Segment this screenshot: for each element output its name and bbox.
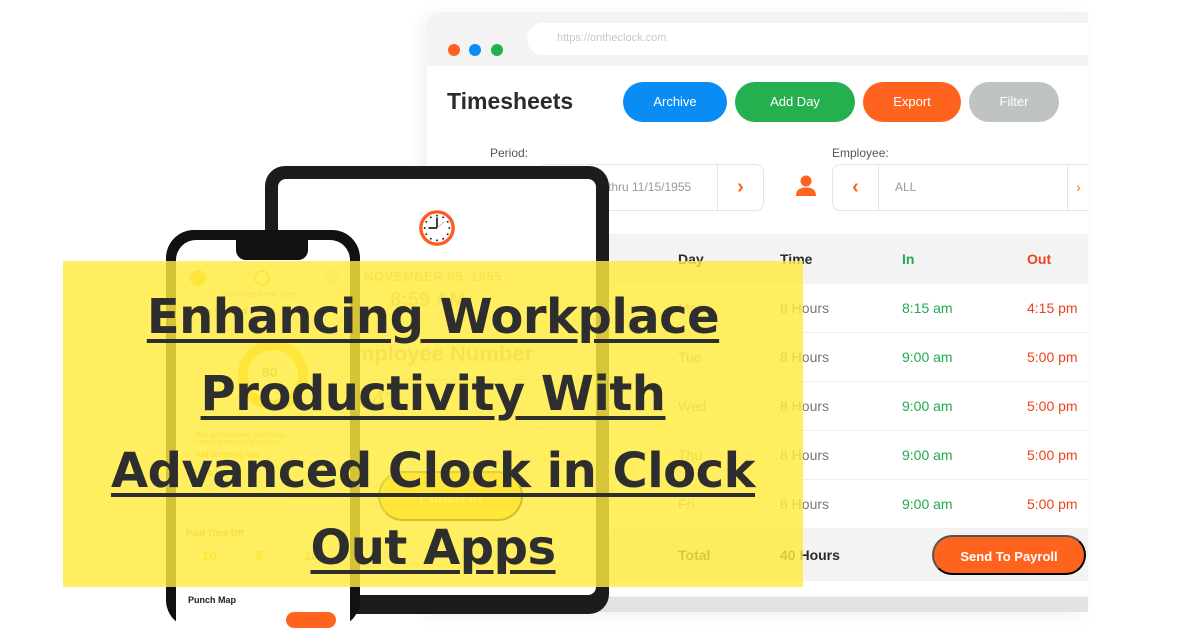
- employee-selector[interactable]: ‹ ALL ›: [832, 164, 1088, 211]
- export-button[interactable]: Export: [863, 82, 961, 122]
- headline-line: Advanced Clock in Clock: [110, 443, 756, 499]
- row-out: 5:00 pm: [1027, 496, 1078, 512]
- phone-notch: [236, 240, 308, 260]
- employee-label: Employee:: [832, 146, 889, 160]
- add-day-button[interactable]: Add Day: [735, 82, 855, 122]
- window-close-dot[interactable]: [448, 44, 460, 56]
- row-in: 9:00 am: [902, 496, 953, 512]
- row-in: 8:15 am: [902, 300, 953, 316]
- clock-icon: [419, 210, 455, 246]
- chevron-right-icon[interactable]: ›: [1067, 165, 1089, 210]
- row-out: 4:15 pm: [1027, 300, 1078, 316]
- filter-button[interactable]: Filter: [969, 82, 1059, 122]
- window-maximize-dot[interactable]: [491, 44, 503, 56]
- punch-map-label: Punch Map: [188, 595, 237, 605]
- person-icon: [796, 175, 816, 196]
- headline-line: Enhancing Workplace: [146, 289, 720, 345]
- chevron-left-icon[interactable]: ‹: [833, 165, 879, 210]
- column-header-in: In: [902, 251, 915, 267]
- headline-line: Out Apps: [310, 520, 556, 576]
- period-label: Period:: [490, 146, 529, 160]
- archive-button[interactable]: Archive: [623, 82, 727, 122]
- period-value: 5 thru 11/15/1955: [598, 180, 692, 194]
- row-in: 9:00 am: [902, 398, 953, 414]
- row-in: 9:00 am: [902, 349, 953, 365]
- punch-map-button[interactable]: [286, 612, 336, 628]
- row-in: 9:00 am: [902, 447, 953, 463]
- page-title: Timesheets: [447, 88, 574, 114]
- column-header-out: Out: [1027, 251, 1052, 267]
- headline: Enhancing Workplace Productivity With Ad…: [63, 279, 803, 587]
- chevron-right-icon[interactable]: ›: [717, 165, 763, 210]
- row-out: 5:00 pm: [1027, 447, 1078, 463]
- row-out: 5:00 pm: [1027, 398, 1078, 414]
- send-to-payroll-button[interactable]: Send To Payroll: [932, 535, 1086, 575]
- window-minimize-dot[interactable]: [469, 44, 481, 56]
- headline-line: Productivity With: [200, 366, 666, 422]
- employee-value: ALL: [895, 180, 917, 194]
- row-out: 5:00 pm: [1027, 349, 1078, 365]
- url-bar[interactable]: https://ontheclock.com: [527, 23, 1088, 55]
